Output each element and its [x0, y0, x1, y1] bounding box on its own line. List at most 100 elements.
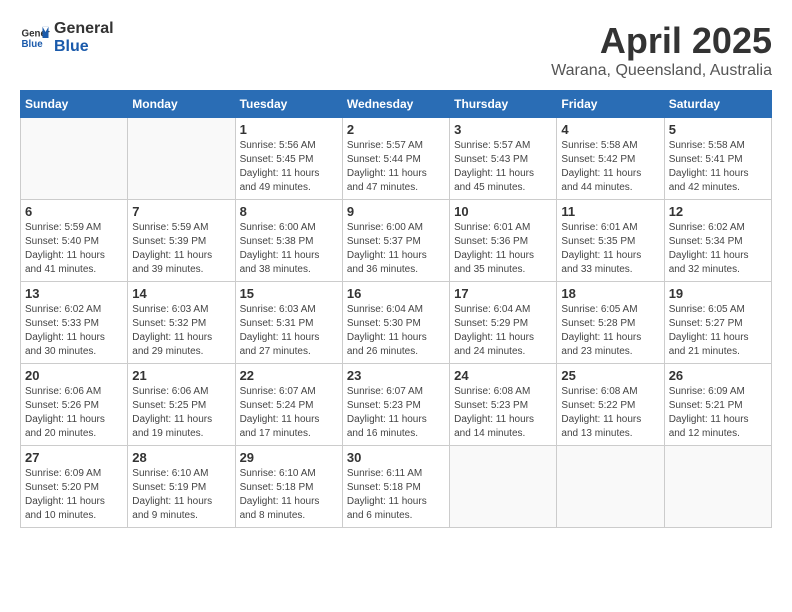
- calendar-cell: 18 Sunrise: 6:05 AM Sunset: 5:28 PM Dayli…: [557, 282, 664, 364]
- calendar-header: SundayMondayTuesdayWednesdayThursdayFrid…: [21, 91, 772, 118]
- day-detail: Sunrise: 6:00 AM Sunset: 5:37 PM Dayligh…: [347, 221, 445, 277]
- day-detail: Sunrise: 6:07 AM Sunset: 5:23 PM Dayligh…: [347, 385, 445, 441]
- logo-general-text: General: [54, 20, 114, 38]
- calendar-cell: 7Sunrise: 5:59 AM Sunset: 5:39 PM Daylig…: [128, 200, 235, 282]
- calendar-week-4: 20 Sunrise: 6:06 AM Sunset: 5:26 PM Dayli…: [21, 364, 772, 446]
- day-detail: Sunrise: 6:05 AM Sunset: 5:27 PM Dayligh…: [669, 303, 767, 359]
- day-number: 14: [132, 286, 230, 301]
- calendar-cell: 17 Sunrise: 6:04 AM Sunset: 5:29 PM Dayli…: [450, 282, 557, 364]
- calendar-cell: [450, 446, 557, 528]
- calendar-week-5: 27 Sunrise: 6:09 AM Sunset: 5:20 PM Dayli…: [21, 446, 772, 528]
- day-detail: Sunrise: 6:03 AM Sunset: 5:31 PM Dayligh…: [240, 303, 338, 359]
- calendar-cell: 11 Sunrise: 6:01 AM Sunset: 5:35 PM Dayli…: [557, 200, 664, 282]
- day-detail: Sunrise: 6:01 AM Sunset: 5:36 PM Dayligh…: [454, 221, 552, 277]
- day-number: 25: [561, 368, 659, 383]
- day-number: 1: [240, 122, 338, 137]
- day-number: 3: [454, 122, 552, 137]
- day-number: 13: [25, 286, 123, 301]
- weekday-header-row: SundayMondayTuesdayWednesdayThursdayFrid…: [21, 91, 772, 118]
- calendar-cell: 4 Sunrise: 5:58 AM Sunset: 5:42 PM Daylig…: [557, 118, 664, 200]
- calendar-cell: 9 Sunrise: 6:00 AM Sunset: 5:37 PM Daylig…: [342, 200, 449, 282]
- day-detail: Sunrise: 6:06 AM Sunset: 5:25 PM Dayligh…: [132, 385, 230, 441]
- calendar-cell: 8Sunrise: 6:00 AM Sunset: 5:38 PM Daylig…: [235, 200, 342, 282]
- calendar-cell: 14 Sunrise: 6:03 AM Sunset: 5:32 PM Dayli…: [128, 282, 235, 364]
- day-detail: Sunrise: 6:08 AM Sunset: 5:22 PM Dayligh…: [561, 385, 659, 441]
- calendar-cell: 3 Sunrise: 5:57 AM Sunset: 5:43 PM Daylig…: [450, 118, 557, 200]
- weekday-header-saturday: Saturday: [664, 91, 771, 118]
- calendar-cell: 5Sunrise: 5:58 AM Sunset: 5:41 PM Daylig…: [664, 118, 771, 200]
- day-number: 4: [561, 122, 659, 137]
- calendar-week-2: 6Sunrise: 5:59 AM Sunset: 5:40 PM Daylig…: [21, 200, 772, 282]
- calendar-cell: 12Sunrise: 6:02 AM Sunset: 5:34 PM Dayli…: [664, 200, 771, 282]
- weekday-header-thursday: Thursday: [450, 91, 557, 118]
- day-detail: Sunrise: 6:04 AM Sunset: 5:29 PM Dayligh…: [454, 303, 552, 359]
- calendar-cell: 26 Sunrise: 6:09 AM Sunset: 5:21 PM Dayli…: [664, 364, 771, 446]
- day-number: 22: [240, 368, 338, 383]
- logo-blue-text: Blue: [54, 38, 89, 55]
- day-number: 7: [132, 204, 230, 219]
- calendar-cell: 13Sunrise: 6:02 AM Sunset: 5:33 PM Dayli…: [21, 282, 128, 364]
- day-detail: Sunrise: 6:04 AM Sunset: 5:30 PM Dayligh…: [347, 303, 445, 359]
- day-number: 10: [454, 204, 552, 219]
- day-number: 20: [25, 368, 123, 383]
- calendar-cell: 23 Sunrise: 6:07 AM Sunset: 5:23 PM Dayli…: [342, 364, 449, 446]
- calendar-cell: 28Sunrise: 6:10 AM Sunset: 5:19 PM Dayli…: [128, 446, 235, 528]
- day-number: 19: [669, 286, 767, 301]
- page-header: General Blue General Blue April 2025 War…: [20, 20, 772, 80]
- calendar-subtitle: Warana, Queensland, Australia: [551, 62, 772, 80]
- day-detail: Sunrise: 6:09 AM Sunset: 5:21 PM Dayligh…: [669, 385, 767, 441]
- calendar-title: April 2025: [551, 20, 772, 62]
- calendar-cell: 27 Sunrise: 6:09 AM Sunset: 5:20 PM Dayli…: [21, 446, 128, 528]
- day-detail: Sunrise: 5:58 AM Sunset: 5:42 PM Dayligh…: [561, 139, 659, 195]
- day-number: 27: [25, 450, 123, 465]
- calendar-cell: 16 Sunrise: 6:04 AM Sunset: 5:30 PM Dayli…: [342, 282, 449, 364]
- calendar-cell: [21, 118, 128, 200]
- calendar-cell: [664, 446, 771, 528]
- logo: General Blue General Blue: [20, 20, 114, 56]
- day-detail: Sunrise: 6:03 AM Sunset: 5:32 PM Dayligh…: [132, 303, 230, 359]
- svg-text:Blue: Blue: [22, 39, 44, 50]
- day-detail: Sunrise: 6:05 AM Sunset: 5:28 PM Dayligh…: [561, 303, 659, 359]
- calendar-cell: 6Sunrise: 5:59 AM Sunset: 5:40 PM Daylig…: [21, 200, 128, 282]
- calendar-cell: [557, 446, 664, 528]
- calendar-cell: 21 Sunrise: 6:06 AM Sunset: 5:25 PM Dayli…: [128, 364, 235, 446]
- calendar-table: SundayMondayTuesdayWednesdayThursdayFrid…: [20, 90, 772, 528]
- day-number: 5: [669, 122, 767, 137]
- day-number: 8: [240, 204, 338, 219]
- day-detail: Sunrise: 6:09 AM Sunset: 5:20 PM Dayligh…: [25, 467, 123, 523]
- day-number: 16: [347, 286, 445, 301]
- day-number: 9: [347, 204, 445, 219]
- weekday-header-wednesday: Wednesday: [342, 91, 449, 118]
- calendar-cell: 29 Sunrise: 6:10 AM Sunset: 5:18 PM Dayli…: [235, 446, 342, 528]
- day-number: 6: [25, 204, 123, 219]
- day-number: 28: [132, 450, 230, 465]
- logo-icon: General Blue: [20, 23, 50, 53]
- day-number: 24: [454, 368, 552, 383]
- calendar-cell: 15Sunrise: 6:03 AM Sunset: 5:31 PM Dayli…: [235, 282, 342, 364]
- calendar-cell: 19 Sunrise: 6:05 AM Sunset: 5:27 PM Dayli…: [664, 282, 771, 364]
- day-number: 18: [561, 286, 659, 301]
- day-number: 21: [132, 368, 230, 383]
- weekday-header-tuesday: Tuesday: [235, 91, 342, 118]
- day-detail: Sunrise: 6:10 AM Sunset: 5:18 PM Dayligh…: [240, 467, 338, 523]
- day-detail: Sunrise: 5:57 AM Sunset: 5:43 PM Dayligh…: [454, 139, 552, 195]
- calendar-cell: 2Sunrise: 5:57 AM Sunset: 5:44 PM Daylig…: [342, 118, 449, 200]
- day-number: 12: [669, 204, 767, 219]
- calendar-cell: 24 Sunrise: 6:08 AM Sunset: 5:23 PM Dayli…: [450, 364, 557, 446]
- weekday-header-sunday: Sunday: [21, 91, 128, 118]
- calendar-cell: 25 Sunrise: 6:08 AM Sunset: 5:22 PM Dayli…: [557, 364, 664, 446]
- calendar-cell: 10 Sunrise: 6:01 AM Sunset: 5:36 PM Dayli…: [450, 200, 557, 282]
- day-number: 2: [347, 122, 445, 137]
- day-number: 29: [240, 450, 338, 465]
- calendar-cell: 22Sunrise: 6:07 AM Sunset: 5:24 PM Dayli…: [235, 364, 342, 446]
- day-detail: Sunrise: 6:06 AM Sunset: 5:26 PM Dayligh…: [25, 385, 123, 441]
- calendar-title-area: April 2025 Warana, Queensland, Australia: [551, 20, 772, 80]
- weekday-header-monday: Monday: [128, 91, 235, 118]
- day-number: 11: [561, 204, 659, 219]
- day-detail: Sunrise: 6:08 AM Sunset: 5:23 PM Dayligh…: [454, 385, 552, 441]
- calendar-cell: 30Sunrise: 6:11 AM Sunset: 5:18 PM Dayli…: [342, 446, 449, 528]
- day-number: 23: [347, 368, 445, 383]
- day-number: 17: [454, 286, 552, 301]
- day-number: 26: [669, 368, 767, 383]
- day-detail: Sunrise: 6:01 AM Sunset: 5:35 PM Dayligh…: [561, 221, 659, 277]
